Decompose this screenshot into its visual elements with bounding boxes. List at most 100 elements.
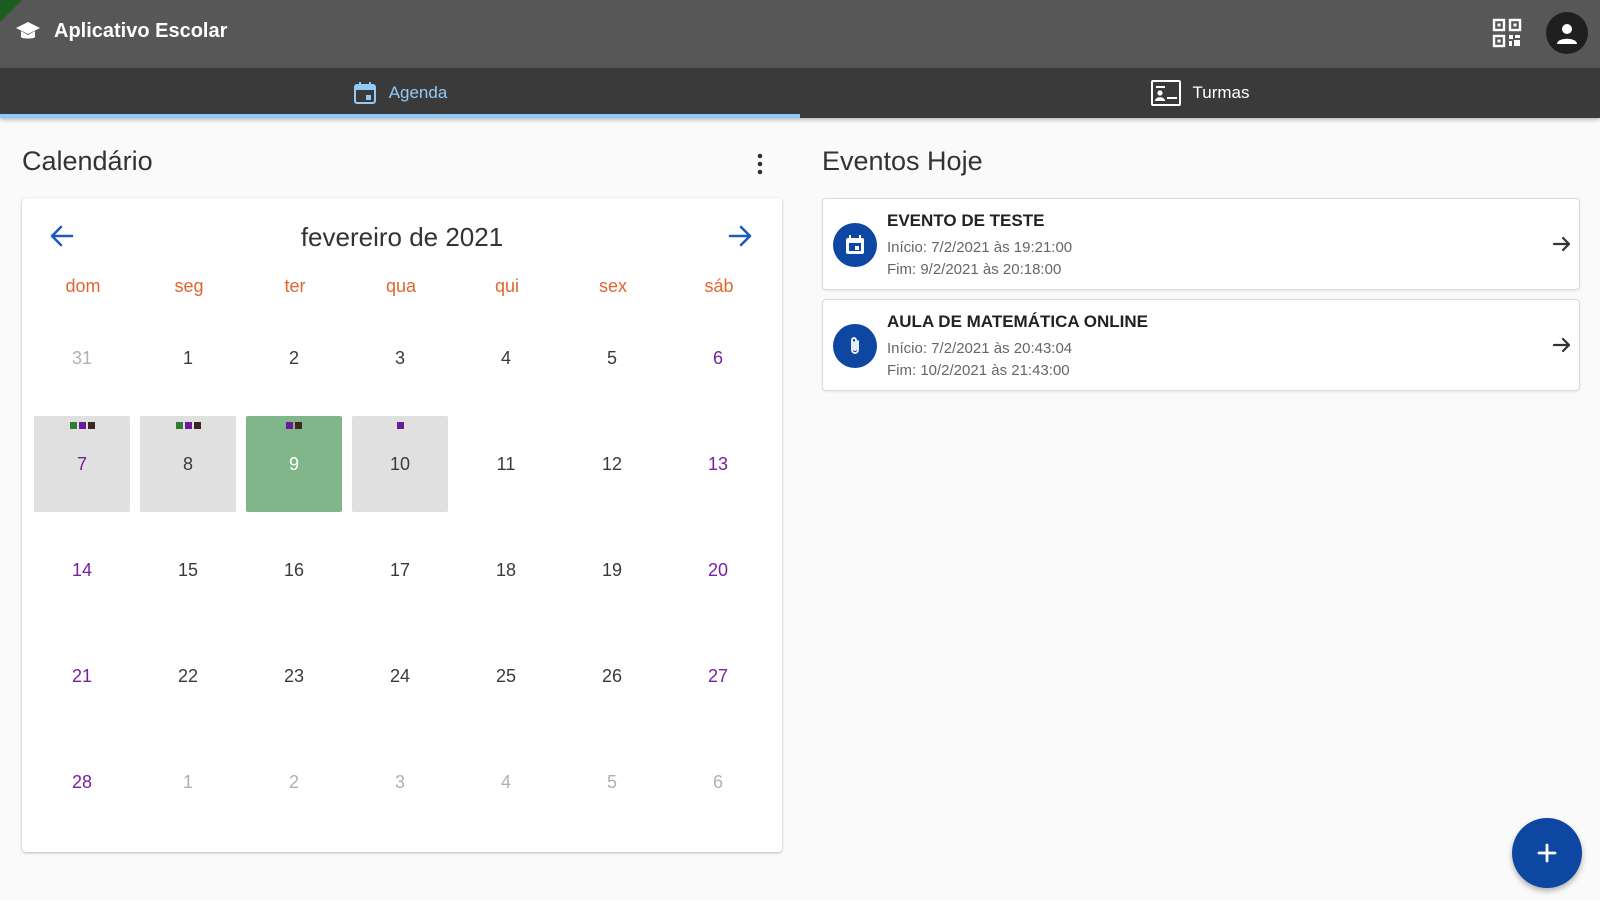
event-title: EVENTO DE TESTE [887,211,1045,230]
calendar-day-number: 5 [606,772,617,792]
arrow-forward-icon[interactable] [1551,233,1573,255]
calendar-day-number: 12 [601,454,623,474]
event-start: Início: 7/2/2021 às 19:21:00 [887,239,1073,256]
calendar-day[interactable]: 26 [564,628,660,724]
event-start: Início: 7/2/2021 às 20:43:04 [887,340,1073,357]
calendar-day-number: 1 [182,772,193,792]
calendar-section-title: Calendário [22,146,153,176]
calendar-day[interactable]: 6 [670,734,766,830]
qr-code-icon[interactable] [1492,18,1522,48]
calendar-day-number: 22 [177,666,199,686]
calendar-day[interactable]: 17 [352,522,448,618]
weekday-label: sáb [704,276,734,296]
calendar-day[interactable]: 5 [564,734,660,830]
calendar-day-number: 20 [707,560,729,580]
event-card[interactable]: AULA DE MATEMÁTICA ONLINE Início: 7/2/20… [822,299,1580,391]
calendar-day-number: 23 [283,666,305,686]
tab-bar: Agenda Turmas [0,68,1600,118]
event-marker-dot [193,422,201,429]
event-marker-dot [69,422,77,429]
more-vert-icon[interactable] [752,152,768,176]
class-board-icon [1150,80,1181,106]
calendar-day-number: 15 [177,560,199,580]
calendar-day-number: 18 [495,560,517,580]
calendar-day-number: 24 [389,666,411,686]
calendar-day-number: 13 [707,454,729,474]
calendar-day[interactable]: 25 [458,628,554,724]
calendar-day-number: 16 [283,560,305,580]
calendar-day-number: 19 [601,560,623,580]
arrow-forward-icon[interactable] [1551,334,1573,356]
calendar-day[interactable]: 21 [34,628,130,724]
calendar-day-number: 3 [394,772,405,792]
calendar-day[interactable]: 18 [458,522,554,618]
event-end: Fim: 9/2/2021 às 20:18:00 [887,261,1062,278]
calendar-day[interactable]: 6 [670,310,766,406]
event-markers [140,422,236,429]
weekday-label: qua [385,276,417,296]
calendar-day-number: 17 [389,560,411,580]
event-marker-dot [78,422,86,429]
calendar-day[interactable]: 13 [670,416,766,512]
calendar-day[interactable]: 27 [670,628,766,724]
add-event-button[interactable] [1512,818,1582,888]
weekday-label: seg [174,276,204,296]
calendar-day[interactable]: 19 [564,522,660,618]
calendar-day[interactable]: 1 [140,734,236,830]
event-markers [246,422,342,429]
calendar-day[interactable]: 10 [352,416,448,512]
account-button[interactable] [1546,12,1588,54]
tab-turmas-label: Turmas [1192,83,1250,102]
calendar-day[interactable]: 14 [34,522,130,618]
event-card[interactable]: EVENTO DE TESTE Início: 7/2/2021 às 19:2… [822,198,1580,290]
event-title: AULA DE MATEMÁTICA ONLINE [887,312,1148,331]
previous-month-icon[interactable] [48,222,76,250]
calendar-day[interactable]: 20 [670,522,766,618]
calendar-day[interactable]: 3 [352,310,448,406]
calendar-day-number: 28 [71,772,93,792]
calendar-day[interactable]: 2 [246,734,342,830]
calendar-day[interactable]: 3 [352,734,448,830]
calendar-day-number: 4 [500,772,511,792]
calendar-day[interactable]: 8 [140,416,236,512]
calendar-day-number: 6 [712,772,723,792]
paperclip-icon [833,324,877,368]
calendar-day[interactable]: 15 [140,522,236,618]
tab-agenda[interactable]: Agenda [0,68,800,118]
next-month-icon[interactable] [726,222,754,250]
calendar-day-number: 31 [71,348,93,368]
calendar-day[interactable]: 23 [246,628,342,724]
event-marker-dot [396,422,404,429]
tab-agenda-label: Agenda [388,83,448,102]
app-bar: Aplicativo Escolar [0,0,1600,68]
calendar-day-number: 9 [288,454,299,474]
calendar-day[interactable]: 28 [34,734,130,830]
calendar-day[interactable]: 24 [352,628,448,724]
calendar-grid: 31 1 2 3 4 5 6 7 8 9 10 11 12 13 14 15 16 17 18 19 20 21 22 23 2… [34,310,774,840]
calendar-day[interactable]: 11 [458,416,554,512]
calendar-day-number: 6 [712,348,723,368]
calendar-day[interactable]: 4 [458,310,554,406]
calendar-day[interactable]: 1 [140,310,236,406]
tab-turmas[interactable]: Turmas [800,68,1600,118]
calendar-day[interactable]: 16 [246,522,342,618]
calendar-day[interactable]: 31 [34,310,130,406]
app-title: Aplicativo Escolar [54,20,228,42]
calendar-day-number: 8 [182,454,193,474]
weekday-label: sex [598,276,627,296]
calendar-day[interactable]: 22 [140,628,236,724]
calendar-day[interactable]: 2 [246,310,342,406]
calendar-day[interactable]: 5 [564,310,660,406]
calendar-day[interactable]: 7 [34,416,130,512]
calendar-day[interactable]: 9 [246,416,342,512]
calendar-day-number: 10 [389,454,411,474]
events-today-title: Eventos Hoje [822,146,983,176]
calendar-card: fevereiro de 2021 dom seg ter qua qui se… [22,198,782,852]
calendar-day[interactable]: 4 [458,734,554,830]
calendar-day[interactable]: 12 [564,416,660,512]
calendar-day-number: 26 [601,666,623,686]
active-tab-indicator [0,114,800,118]
event-marker-dot [87,422,95,429]
event-marker-dot [184,422,192,429]
calendar-day-number: 11 [496,454,516,474]
